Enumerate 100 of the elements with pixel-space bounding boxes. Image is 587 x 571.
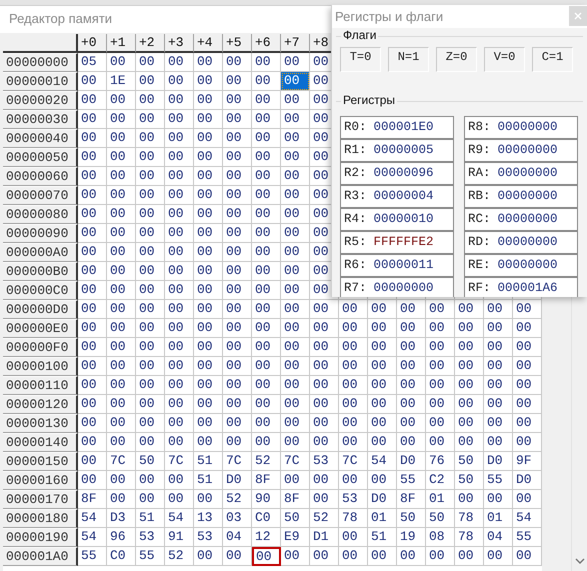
- table-cell[interactable]: 00: [165, 357, 194, 376]
- table-cell[interactable]: 50: [281, 509, 310, 528]
- table-cell[interactable]: 00: [397, 414, 426, 433]
- table-cell[interactable]: 50: [455, 471, 484, 490]
- table-cell[interactable]: 00: [455, 376, 484, 395]
- table-cell[interactable]: 53: [194, 528, 223, 547]
- table-cell[interactable]: 52: [165, 547, 194, 566]
- table-cell[interactable]: 00: [107, 433, 136, 452]
- table-cell[interactable]: 00: [165, 414, 194, 433]
- table-cell[interactable]: 00: [281, 319, 310, 338]
- table-cell[interactable]: 00: [107, 338, 136, 357]
- table-cell[interactable]: 55: [484, 471, 513, 490]
- table-cell[interactable]: 00: [107, 357, 136, 376]
- table-cell[interactable]: 00: [426, 395, 455, 414]
- table-cell[interactable]: 00: [194, 129, 223, 148]
- table-cell[interactable]: 00: [339, 395, 368, 414]
- table-cell[interactable]: 00: [107, 490, 136, 509]
- table-cell[interactable]: 00: [252, 281, 281, 300]
- table-cell[interactable]: 78: [339, 509, 368, 528]
- table-cell[interactable]: 00: [484, 433, 513, 452]
- table-cell[interactable]: 00: [368, 357, 397, 376]
- table-cell[interactable]: 00: [281, 224, 310, 243]
- table-cell[interactable]: 00: [281, 395, 310, 414]
- table-cell[interactable]: 00: [194, 490, 223, 509]
- table-cell[interactable]: 00: [513, 338, 542, 357]
- table-cell[interactable]: 00: [78, 110, 107, 129]
- table-cell[interactable]: 00: [194, 167, 223, 186]
- table-cell[interactable]: 00: [107, 395, 136, 414]
- table-cell[interactable]: 00: [78, 319, 107, 338]
- table-cell[interactable]: 00: [165, 300, 194, 319]
- table-cell[interactable]: 00: [281, 471, 310, 490]
- table-cell[interactable]: 00: [252, 53, 281, 72]
- table-cell[interactable]: 00: [281, 243, 310, 262]
- table-cell[interactable]: 00: [252, 319, 281, 338]
- table-cell[interactable]: 00: [339, 357, 368, 376]
- table-cell[interactable]: 00: [252, 110, 281, 129]
- table-cell[interactable]: 91: [165, 528, 194, 547]
- table-cell[interactable]: 00: [165, 243, 194, 262]
- table-cell[interactable]: 00: [484, 490, 513, 509]
- table-cell[interactable]: 00: [194, 262, 223, 281]
- table-cell[interactable]: 00: [78, 243, 107, 262]
- table-cell[interactable]: 00: [78, 167, 107, 186]
- table-cell[interactable]: 00: [281, 110, 310, 129]
- table-cell[interactable]: 00: [165, 53, 194, 72]
- table-cell[interactable]: 53: [310, 452, 339, 471]
- table-cell[interactable]: 00: [368, 414, 397, 433]
- table-cell[interactable]: 50: [426, 509, 455, 528]
- table-cell[interactable]: 00: [136, 148, 165, 167]
- table-cell[interactable]: 00: [223, 167, 252, 186]
- table-cell[interactable]: 53: [339, 490, 368, 509]
- table-cell[interactable]: 50: [397, 509, 426, 528]
- table-cell[interactable]: 00: [310, 376, 339, 395]
- table-cell[interactable]: 8F: [78, 490, 107, 509]
- table-cell[interactable]: 00: [513, 433, 542, 452]
- table-cell[interactable]: 00: [310, 490, 339, 509]
- table-cell[interactable]: 52: [310, 509, 339, 528]
- table-cell[interactable]: 7C: [281, 452, 310, 471]
- table-cell[interactable]: D0: [513, 471, 542, 490]
- table-cell[interactable]: 00: [368, 338, 397, 357]
- table-cell[interactable]: 00: [223, 110, 252, 129]
- table-cell[interactable]: 00: [223, 53, 252, 72]
- table-cell[interactable]: 00: [78, 186, 107, 205]
- table-cell[interactable]: 00: [194, 148, 223, 167]
- table-cell[interactable]: 51: [194, 452, 223, 471]
- table-cell[interactable]: 00: [455, 490, 484, 509]
- table-cell[interactable]: 00: [194, 414, 223, 433]
- table-cell[interactable]: 00: [455, 433, 484, 452]
- table-cell[interactable]: 00: [194, 72, 223, 91]
- table-cell[interactable]: 00: [281, 376, 310, 395]
- table-cell[interactable]: 19: [397, 528, 426, 547]
- table-cell[interactable]: 00: [281, 205, 310, 224]
- table-cell[interactable]: 00: [165, 490, 194, 509]
- table-cell[interactable]: 00: [252, 205, 281, 224]
- table-cell[interactable]: 54: [78, 509, 107, 528]
- table-cell[interactable]: 01: [368, 509, 397, 528]
- table-cell[interactable]: 00: [194, 243, 223, 262]
- table-cell[interactable]: 8F: [281, 490, 310, 509]
- table-cell[interactable]: 00: [165, 186, 194, 205]
- table-cell[interactable]: D0: [223, 471, 252, 490]
- table-cell[interactable]: 00: [223, 148, 252, 167]
- table-cell[interactable]: 00: [426, 414, 455, 433]
- table-cell[interactable]: 00: [484, 376, 513, 395]
- table-cell[interactable]: 00: [136, 243, 165, 262]
- table-cell[interactable]: 7C: [165, 452, 194, 471]
- table-cell[interactable]: 00: [107, 167, 136, 186]
- table-cell[interactable]: 00: [281, 262, 310, 281]
- table-cell[interactable]: D1: [310, 528, 339, 547]
- table-cell[interactable]: 00: [223, 433, 252, 452]
- table-cell[interactable]: 00: [310, 471, 339, 490]
- table-cell[interactable]: 00: [78, 376, 107, 395]
- table-cell[interactable]: 00: [252, 357, 281, 376]
- table-cell[interactable]: 00: [484, 547, 513, 566]
- table-cell[interactable]: 00: [310, 300, 339, 319]
- table-cell[interactable]: 00: [252, 129, 281, 148]
- table-cell[interactable]: 00: [397, 395, 426, 414]
- table-cell[interactable]: 00: [165, 471, 194, 490]
- table-cell[interactable]: 00: [252, 243, 281, 262]
- table-cell[interactable]: 00: [310, 357, 339, 376]
- table-cell[interactable]: 00: [513, 414, 542, 433]
- table-cell[interactable]: C2: [426, 471, 455, 490]
